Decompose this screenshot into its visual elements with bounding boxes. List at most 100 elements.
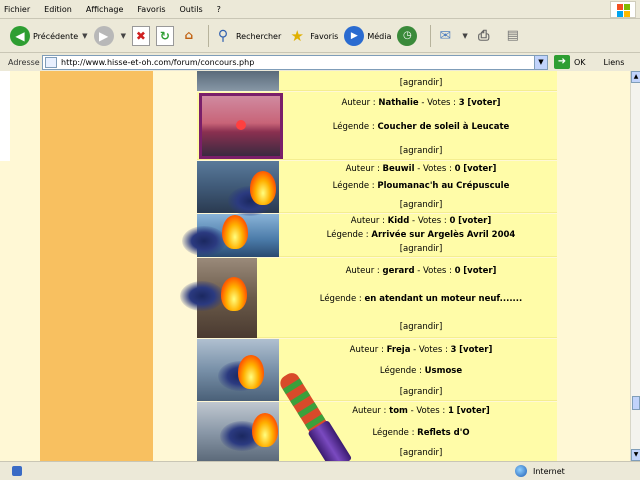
votes-count: 3 xyxy=(458,98,465,108)
links-button[interactable]: Liens xyxy=(604,58,625,67)
forward-dropdown-icon[interactable]: ▼ xyxy=(121,32,126,40)
address-label: Adresse xyxy=(8,57,40,67)
address-bar: Adresse http://www.hisse-et-oh.com/forum… xyxy=(0,54,640,70)
back-arrow-icon: ◀ xyxy=(10,26,30,46)
caption-prefix: Légende : xyxy=(372,428,418,438)
back-button[interactable]: ◀ Précédente ▼ xyxy=(10,23,88,49)
page-status-icon xyxy=(12,466,22,476)
caption-prefix: Légende : xyxy=(379,366,425,376)
forward-button[interactable]: ▶ ▼ xyxy=(93,23,126,49)
page-content: [agrandir] Auteur : Nathalie - Votes : 3… xyxy=(0,71,630,461)
vote-link[interactable]: [voter] xyxy=(463,164,496,174)
home-button[interactable]: ⌂ xyxy=(180,26,198,46)
toolbar-separator xyxy=(207,25,209,47)
media-label: Média xyxy=(367,31,392,41)
enlarge-link[interactable]: [agrandir] xyxy=(400,200,443,210)
author-prefix: Auteur : xyxy=(349,345,387,355)
vertical-scrollbar[interactable]: ▲ ▼ xyxy=(630,71,640,461)
author-prefix: Auteur : xyxy=(350,216,388,226)
author-prefix: Auteur : xyxy=(345,164,383,174)
back-label: Précédente xyxy=(33,31,79,41)
mail-button[interactable]: ✉ ▼ xyxy=(435,23,468,49)
menu-tools[interactable]: Outils xyxy=(180,5,203,14)
caption-text: Usmose xyxy=(424,366,463,376)
history-button[interactable]: ◷ xyxy=(397,23,420,49)
search-button[interactable]: ⚲ Rechercher xyxy=(213,23,281,49)
vote-link[interactable]: [voter] xyxy=(457,406,490,416)
table-row: Auteur : Nathalie - Votes : 3 [voter] Lé… xyxy=(197,92,557,160)
vote-link[interactable]: [voter] xyxy=(463,266,496,276)
printer-icon: ⎙ xyxy=(478,28,490,44)
votes-count: 0 xyxy=(449,216,456,226)
fire-icon xyxy=(248,411,282,449)
caption-text: Arrivée sur Argelès Avril 2004 xyxy=(371,230,516,240)
votes-prefix: - Votes : xyxy=(410,345,451,355)
caption-text: Coucher de soleil à Leucate xyxy=(377,122,510,132)
vote-link[interactable]: [voter] xyxy=(459,345,492,355)
enlarge-link[interactable]: [agrandir] xyxy=(400,387,443,397)
fire-icon xyxy=(217,275,251,313)
photo-thumbnail[interactable] xyxy=(197,71,279,91)
zone-label: Internet xyxy=(533,466,565,476)
favorites-label: Favoris xyxy=(310,31,339,41)
menu-help[interactable]: ? xyxy=(217,5,221,14)
enlarge-link[interactable]: [agrandir] xyxy=(400,322,443,332)
menu-edit[interactable]: Edition xyxy=(44,5,72,14)
scroll-down-icon[interactable]: ▼ xyxy=(631,449,640,461)
table-row: [agrandir] xyxy=(197,71,557,91)
votes-count: 3 xyxy=(450,345,457,355)
media-button[interactable]: ▶ Média xyxy=(344,23,391,49)
vote-link[interactable]: [voter] xyxy=(467,98,500,108)
address-url[interactable]: http://www.hisse-et-oh.com/forum/concour… xyxy=(61,58,534,67)
search-icon: ⚲ xyxy=(217,28,229,44)
enlarge-link[interactable]: [agrandir] xyxy=(400,244,443,254)
go-label: OK xyxy=(574,57,586,67)
go-arrow-icon: ➜ xyxy=(554,55,570,69)
history-clock-icon: ◷ xyxy=(397,26,418,46)
author-name: Kidd xyxy=(387,216,410,226)
author-name: tom xyxy=(389,406,408,416)
edit-button[interactable]: ▤ xyxy=(503,23,526,49)
menu-file[interactable]: Fichier xyxy=(4,5,30,14)
author-prefix: Auteur : xyxy=(345,266,383,276)
menu-view[interactable]: Affichage xyxy=(86,5,124,14)
fire-icon xyxy=(246,169,280,207)
caption-prefix: Légende : xyxy=(319,294,365,304)
address-dropdown-icon[interactable]: ▼ xyxy=(534,55,547,69)
scroll-up-icon[interactable]: ▲ xyxy=(631,71,640,83)
votes-count: 0 xyxy=(454,266,461,276)
menu-favorites[interactable]: Favoris xyxy=(137,5,165,14)
go-button[interactable]: ➜ OK xyxy=(554,55,586,69)
enlarge-link[interactable]: [agrandir] xyxy=(400,146,443,156)
page-icon xyxy=(45,56,57,68)
favorites-button[interactable]: ★ Favoris xyxy=(287,23,339,49)
menu-bar: Fichier Edition Affichage Favoris Outils… xyxy=(0,0,640,19)
caption-text: Ploumanac'h au Crépuscule xyxy=(377,181,510,191)
print-button[interactable]: ⎙ xyxy=(474,23,497,49)
vote-link[interactable]: [voter] xyxy=(458,216,491,226)
windows-logo-icon xyxy=(610,1,636,18)
votes-prefix: - Votes : xyxy=(414,266,455,276)
mail-dropdown-icon[interactable]: ▼ xyxy=(462,32,467,40)
author-name: Freja xyxy=(386,345,411,355)
fire-icon xyxy=(218,213,252,251)
caption-text: en atendant un moteur neuf....... xyxy=(364,294,523,304)
enlarge-link[interactable]: [agrandir] xyxy=(400,78,443,88)
address-input[interactable]: http://www.hisse-et-oh.com/forum/concour… xyxy=(42,54,548,70)
scrollbar-thumb[interactable] xyxy=(632,396,640,410)
author-name: Nathalie xyxy=(378,98,419,108)
votes-count: 0 xyxy=(454,164,461,174)
table-row: Auteur : gerard - Votes : 0 [voter] Lége… xyxy=(197,258,557,338)
photo-thumbnail[interactable] xyxy=(199,93,283,159)
votes-prefix: - Votes : xyxy=(409,216,450,226)
stop-button[interactable]: ✖ xyxy=(131,26,150,46)
votes-prefix: - Votes : xyxy=(414,164,455,174)
left-column xyxy=(40,71,153,461)
author-prefix: Auteur : xyxy=(352,406,390,416)
back-dropdown-icon[interactable]: ▼ xyxy=(82,32,87,40)
votes-prefix: - Votes : xyxy=(418,98,459,108)
search-label: Rechercher xyxy=(235,31,282,41)
enlarge-link[interactable]: [agrandir] xyxy=(400,448,443,458)
media-icon: ▶ xyxy=(344,26,365,46)
refresh-button[interactable]: ↻ xyxy=(155,26,174,46)
